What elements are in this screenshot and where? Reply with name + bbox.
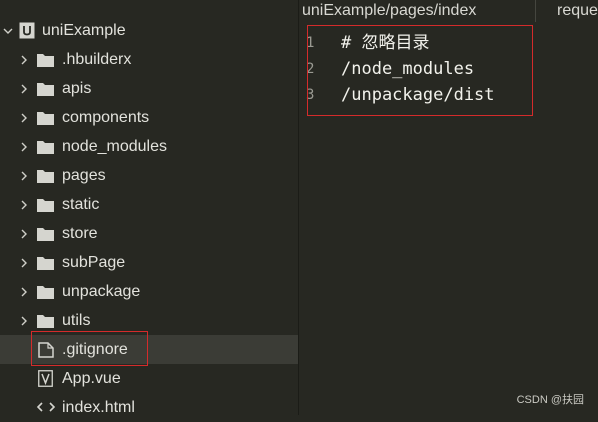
tree-item-label: components (62, 108, 150, 126)
chevron-right-icon[interactable] (18, 112, 30, 124)
folder-icon (37, 81, 54, 96)
highlight-box (31, 331, 148, 366)
tree-item-unpackage[interactable]: unpackage (0, 277, 298, 306)
chevron-right-icon[interactable] (18, 54, 30, 66)
project-root[interactable]: uniExample (0, 16, 298, 45)
tree-item-store[interactable]: store (0, 219, 298, 248)
tree-item-apis[interactable]: apis (0, 74, 298, 103)
folder-icon (37, 52, 54, 67)
folder-icon (37, 197, 54, 212)
tree-item-label: pages (62, 166, 106, 184)
tab-pages-index[interactable]: uniExample/pages/index (302, 0, 476, 22)
tree-item-label: static (62, 195, 100, 213)
tree-item-label: store (62, 224, 98, 242)
folder-icon (37, 284, 54, 299)
tab-separator (535, 0, 536, 22)
tree-item-label: subPage (62, 253, 126, 271)
folder-icon (37, 313, 54, 328)
tree-item-label: node_modules (62, 137, 167, 155)
project-explorer: uniExample .hbuilderx apis components no… (0, 0, 298, 416)
folder-icon (37, 226, 54, 241)
tree-item-label: .hbuilderx (62, 50, 132, 68)
tab-bar: uniExample/pages/index reque (299, 0, 598, 22)
tree-item-node-modules[interactable]: node_modules (0, 132, 298, 161)
tree-item-static[interactable]: static (0, 190, 298, 219)
chevron-right-icon[interactable] (18, 199, 30, 211)
folder-icon (37, 168, 54, 183)
tree-item-label: App.vue (62, 369, 121, 387)
highlight-box (307, 25, 533, 116)
tree-item-pages[interactable]: pages (0, 161, 298, 190)
tree-item-label: unpackage (62, 282, 141, 300)
vue-file-icon (38, 370, 53, 387)
tree-item-subpage[interactable]: subPage (0, 248, 298, 277)
tree-item-label: utils (62, 311, 91, 329)
tree-item-hbuilderx[interactable]: .hbuilderx (0, 45, 298, 74)
chevron-right-icon[interactable] (18, 228, 30, 240)
project-u-icon (19, 22, 35, 39)
tree-item-components[interactable]: components (0, 103, 298, 132)
chevron-right-icon[interactable] (18, 286, 30, 298)
chevron-right-icon[interactable] (18, 315, 30, 327)
watermark: CSDN @扶园 (516, 394, 584, 406)
tree-item-app-vue[interactable]: App.vue (0, 364, 298, 393)
tree-item-label: apis (62, 79, 92, 97)
tree-item-index-html[interactable]: index.html (0, 393, 298, 422)
html-file-icon (36, 400, 56, 414)
tab-request[interactable]: reque (557, 0, 598, 22)
folder-icon (37, 139, 54, 154)
chevron-right-icon[interactable] (18, 141, 30, 153)
chevron-right-icon[interactable] (18, 170, 30, 182)
chevron-right-icon[interactable] (18, 83, 30, 95)
folder-icon (37, 110, 54, 125)
code-editor[interactable]: 1 # 忽略目录 2 /node_modules 3 /unpackage/di… (299, 22, 598, 415)
chevron-right-icon[interactable] (18, 257, 30, 269)
tree-item-label: index.html (62, 398, 135, 416)
project-name: uniExample (42, 21, 126, 39)
chevron-down-icon[interactable] (2, 25, 14, 37)
folder-icon (37, 255, 54, 270)
